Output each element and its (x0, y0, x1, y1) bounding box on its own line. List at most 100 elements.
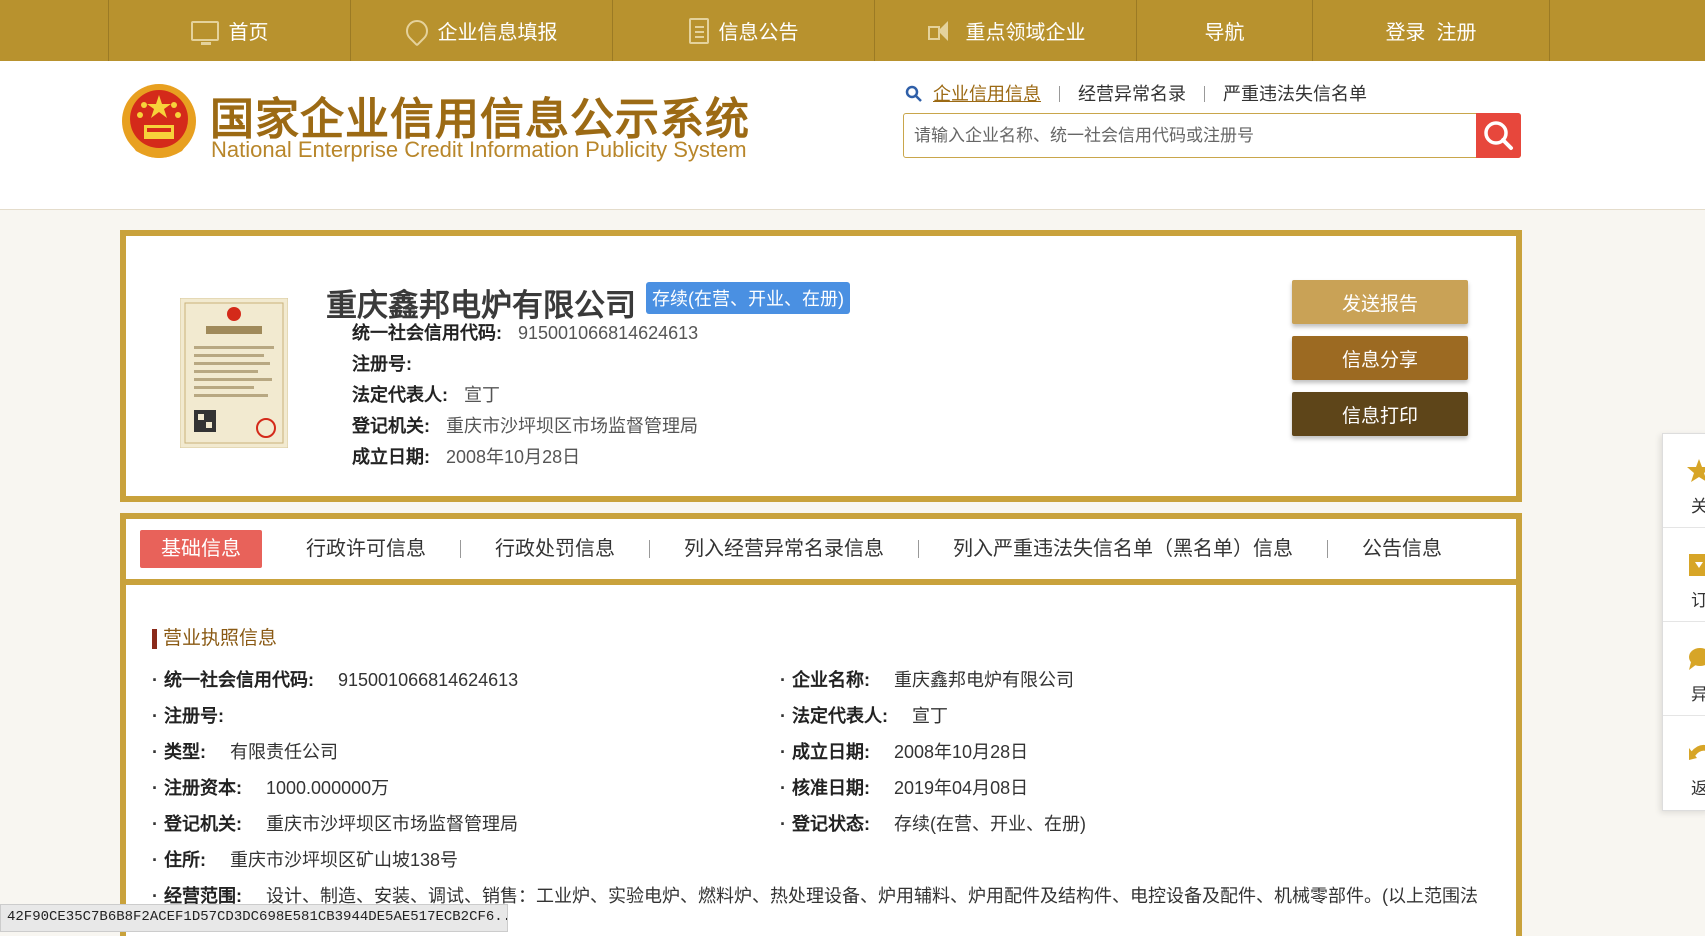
field-label: 企业名称: (792, 670, 870, 690)
info-panel: 基础信息 行政许可信息 行政处罚信息 列入经营异常名录信息 列入严重违法失信名单… (120, 513, 1522, 936)
site-title-en: National Enterprise Credit Information P… (211, 137, 747, 162)
search-box (903, 113, 1521, 158)
star-icon (1687, 459, 1705, 482)
search-tab-blacklist[interactable]: 严重违法失信名单 (1204, 85, 1385, 103)
status-badge: 存续(在营、开业、在册) (646, 282, 850, 314)
pen-icon (400, 14, 433, 47)
top-nav: 首页 企业信息填报 信息公告 重点领域企业 导航 登录 注册 (0, 0, 1705, 61)
print-info-button[interactable]: 信息打印 (1292, 392, 1468, 436)
follow-label: 关 (1691, 497, 1705, 516)
monitor-icon (190, 20, 219, 45)
info-row: · 注册号: (152, 706, 224, 726)
nav-navigation-label: 导航 (1204, 22, 1245, 44)
field-value: 重庆鑫邦电炉有限公司 (894, 670, 1074, 690)
field-label: 注册号: (352, 354, 412, 374)
field-value: 915001066814624613 (518, 323, 699, 343)
subscribe-label: 订 (1691, 591, 1705, 610)
field-label: 核准日期: (792, 778, 870, 798)
field-value: 有限责任公司 (230, 742, 338, 762)
nav-enterprise-report[interactable]: 企业信息填报 (350, 0, 612, 61)
search-input[interactable] (904, 114, 1474, 157)
field-value: 1000.000000万 (266, 778, 390, 798)
tab-admin-license[interactable]: 行政许可信息 (272, 539, 460, 559)
field-label: 法定代表人: (352, 385, 448, 405)
info-row: · 登记机关: 重庆市沙坪坝区市场监督管理局 (152, 814, 518, 834)
field-label: 统一社会信用代码: (352, 323, 502, 343)
field-value: 宣丁 (912, 706, 948, 726)
field-label: 成立日期: (352, 447, 430, 467)
info-row: · 法定代表人: 宣丁 (780, 706, 948, 726)
nav-key-enterprise[interactable]: 重点领域企业 (874, 0, 1136, 61)
follow-button[interactable]: 关 (1663, 434, 1705, 528)
search-small-icon (905, 85, 922, 102)
info-row: · 住所: 重庆市沙坪坝区矿山坡138号 (152, 850, 459, 870)
search-tabs: 企业信用信息 经营异常名录 严重违法失信名单 (905, 85, 1385, 103)
nav-enterprise-report-label: 企业信息填报 (437, 22, 558, 44)
field-label: 类型: (164, 742, 206, 762)
document-icon (688, 17, 709, 44)
tab-blacklist[interactable]: 列入严重违法失信名单（黑名单）信息 (918, 539, 1327, 559)
field-label: 经营范围: (164, 886, 242, 906)
section-title: 营业执照信息 (152, 629, 277, 649)
nav-navigation[interactable]: 导航 (1136, 0, 1312, 61)
search-button[interactable] (1476, 113, 1521, 158)
nav-login-register-label: 登录 注册 (1385, 22, 1477, 44)
nav-announcement[interactable]: 信息公告 (612, 0, 874, 61)
floating-toolbar: 关 订 异 返 (1662, 433, 1705, 811)
objection-button[interactable]: 异 (1663, 622, 1705, 716)
info-tabs: 基础信息 行政许可信息 行政处罚信息 列入经营异常名录信息 列入严重违法失信名单… (126, 519, 1516, 585)
field-value: 重庆市沙坪坝区矿山坡138号 (230, 850, 459, 870)
objection-label: 异 (1691, 685, 1705, 704)
info-row: · 注册资本: 1000.000000万 (152, 778, 390, 798)
field-value: 915001066814624613 (338, 670, 519, 690)
info-row: · 企业名称: 重庆鑫邦电炉有限公司 (780, 670, 1074, 690)
site-header: 国家企业信用信息公示系统 National Enterprise Credit … (0, 61, 1705, 210)
field-value: 宣丁 (464, 385, 500, 405)
back-button[interactable]: 返 (1663, 716, 1705, 810)
nav-announcement-label: 信息公告 (718, 22, 799, 44)
field-label: 法定代表人: (792, 706, 888, 726)
back-arrow-icon (1689, 744, 1705, 760)
nav-key-enterprise-label: 重点领域企业 (965, 22, 1086, 44)
field-label: 登记状态: (792, 814, 870, 834)
back-label: 返 (1691, 779, 1705, 798)
chat-icon (1689, 648, 1705, 670)
tab-announcement[interactable]: 公告信息 (1327, 539, 1476, 559)
field-label: 登记机关: (164, 814, 242, 834)
nav-home-label: 首页 (228, 22, 269, 44)
subscribe-button[interactable]: 订 (1663, 528, 1705, 622)
field-value: 存续(在营、开业、在册) (894, 814, 1086, 834)
info-row: · 成立日期: 2008年10月28日 (780, 742, 1029, 762)
field-label: 统一社会信用代码: (164, 670, 314, 690)
field-label: 登记机关: (352, 416, 430, 436)
nav-home[interactable]: 首页 (108, 0, 350, 61)
field-value: 2008年10月28日 (894, 742, 1029, 762)
info-row: · 登记状态: 存续(在营、开业、在册) (780, 814, 1086, 834)
company-summary: 统一社会信用代码: 915001066814624613 注册号: 法定代表人: 宣… (352, 318, 698, 473)
field-value: 重庆市沙坪坝区市场监督管理局 (266, 814, 518, 834)
send-report-button[interactable]: 发送报告 (1292, 280, 1468, 324)
national-emblem-icon (122, 84, 196, 158)
company-card: 重庆鑫邦电炉有限公司 存续(在营、开业、在册) 统一社会信用代码: 9150010… (120, 230, 1522, 502)
info-row: · 核准日期: 2019年04月08日 (780, 778, 1029, 798)
status-url-bar: 42F90CE35C7B6B8F2ACEF1D57CD3DC698E581CB3… (0, 904, 508, 932)
tab-abnormal-list[interactable]: 列入经营异常名录信息 (649, 539, 918, 559)
tab-admin-penalty[interactable]: 行政处罚信息 (460, 539, 649, 559)
info-row: · 类型: 有限责任公司 (152, 742, 338, 762)
field-value: 2008年10月28日 (446, 447, 581, 467)
nav-login-register[interactable]: 登录 注册 (1312, 0, 1550, 61)
field-label: 注册资本: (164, 778, 242, 798)
search-icon (1484, 121, 1513, 150)
tab-basic-info[interactable]: 基础信息 (140, 530, 262, 568)
search-tab-credit[interactable]: 企业信用信息 (923, 85, 1059, 103)
bookmark-icon (1689, 554, 1705, 576)
action-buttons: 发送报告 信息分享 信息打印 (1292, 280, 1468, 448)
search-tab-abnormal[interactable]: 经营异常名录 (1059, 85, 1204, 103)
field-value: 设计、制造、安装、调试、销售：工业炉、实验电炉、燃料炉、热处理设备、炉用辅料、炉… (266, 886, 1478, 906)
business-license-image[interactable] (180, 298, 288, 448)
field-label: 成立日期: (792, 742, 870, 762)
share-info-button[interactable]: 信息分享 (1292, 336, 1468, 380)
speaker-icon (926, 19, 956, 43)
field-value: 重庆市沙坪坝区市场监督管理局 (446, 416, 698, 436)
field-label: 住所: (164, 850, 206, 870)
